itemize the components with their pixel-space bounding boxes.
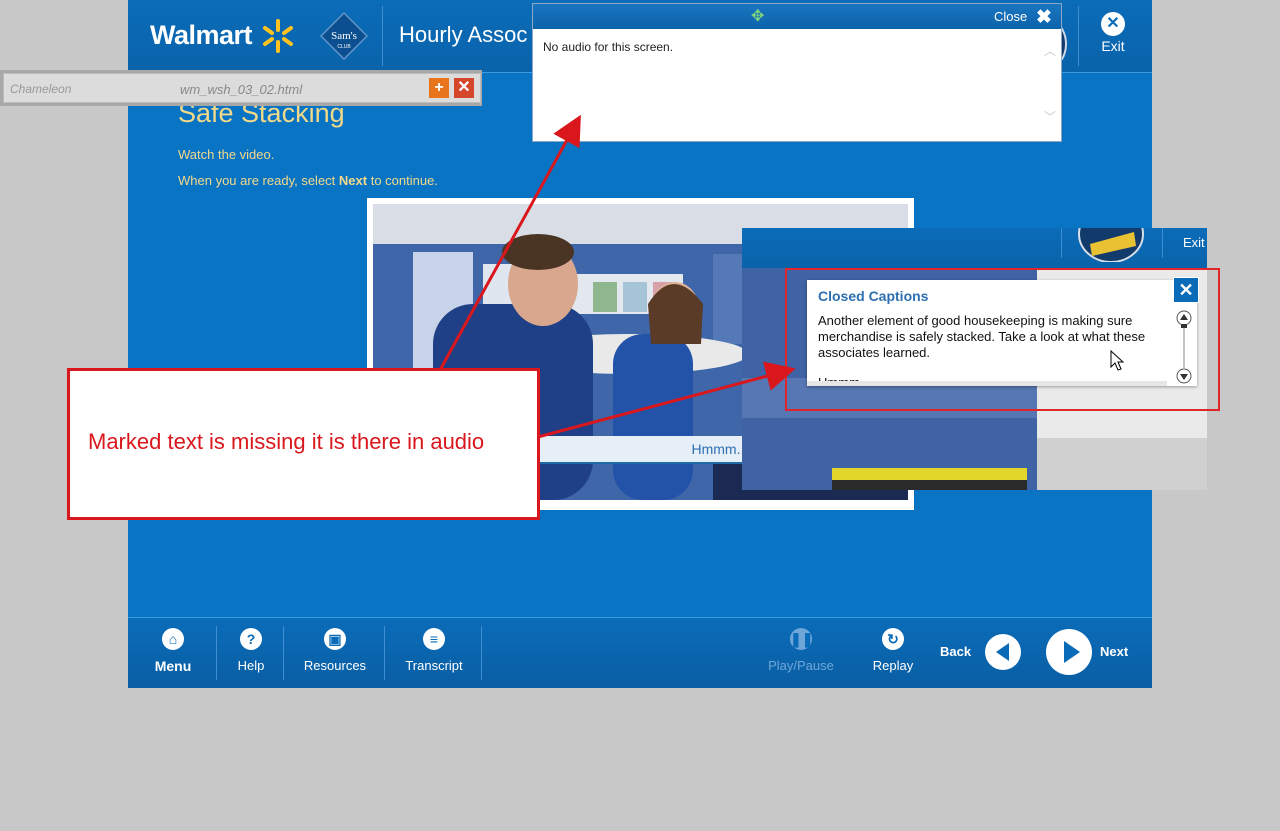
- annotation-text: Marked text is missing it is there in au…: [88, 429, 485, 454]
- arrow-to-captions: [533, 361, 796, 440]
- arrow-to-audio-popup: [438, 114, 581, 371]
- annotation-note: Marked text is missing it is there in au…: [67, 368, 540, 520]
